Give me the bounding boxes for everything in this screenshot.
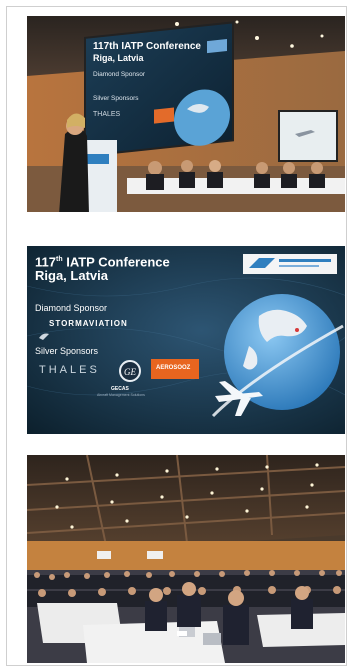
stage-photo-art: 117th IATP Conference Riga, Latvia Diamo… xyxy=(27,16,345,212)
silver-sponsors-label: Silver Sponsors xyxy=(35,346,99,356)
svg-text:GE: GE xyxy=(124,367,136,377)
gecas-text: GECAS xyxy=(111,386,129,392)
stormaviation-logo: STORMAVIATION xyxy=(49,319,128,328)
slide-subtitle: Riga, Latvia xyxy=(35,268,108,283)
conference-stage-photo[interactable]: 117th IATP Conference Riga, Latvia Diamo… xyxy=(27,16,345,212)
conference-audience-photo[interactable] xyxy=(27,455,345,663)
stage-slide-diamond: Diamond Sponsor xyxy=(93,71,146,78)
diamond-sponsor-label: Diamond Sponsor xyxy=(35,303,108,313)
audience-photo-art xyxy=(27,455,345,663)
slide-title: 117th IATP Conference xyxy=(35,254,170,270)
stage-slide-subtitle: Riga, Latvia xyxy=(93,53,145,63)
stage-slide-silver: Silver Sponsors xyxy=(93,95,139,102)
stage-slide-title: 117th IATP Conference xyxy=(93,41,201,52)
thales-logo: THALES xyxy=(39,364,100,376)
aerosooz-text: AEROSOOZ xyxy=(156,365,191,371)
stage-slide-thales: THALES xyxy=(93,111,121,118)
gecas-subtext: Aircraft Management Solutions xyxy=(97,393,145,397)
conference-slide-image[interactable]: GE 117th IATP Conference Riga, Latvia Di… xyxy=(27,246,345,434)
